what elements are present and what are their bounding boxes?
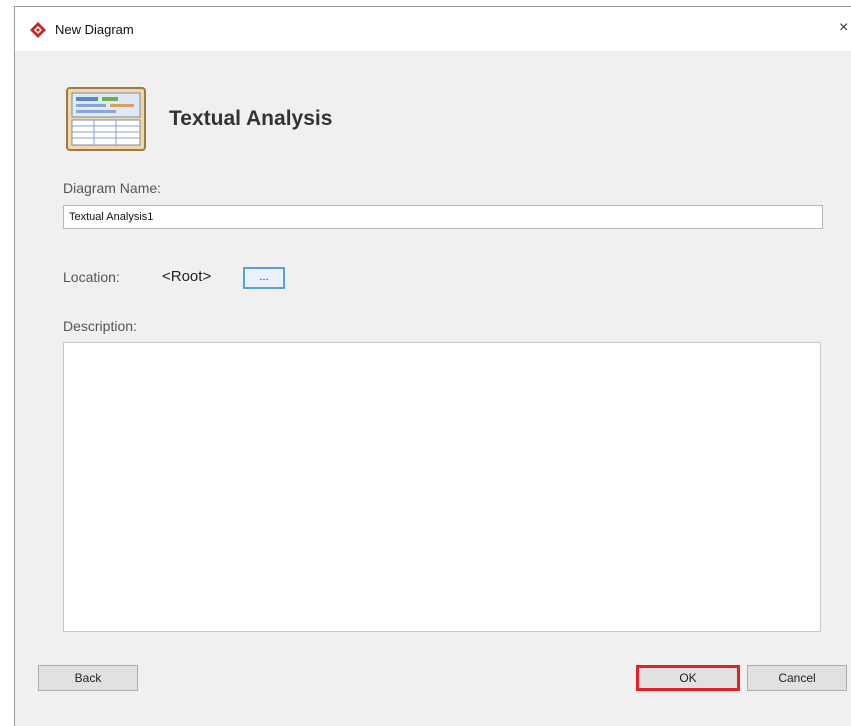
diamond-logo-icon — [30, 22, 46, 38]
diagram-name-label: Diagram Name: — [63, 180, 162, 196]
back-button[interactable]: Back — [38, 665, 138, 691]
description-label: Description: — [63, 318, 137, 334]
location-label: Location: — [63, 269, 120, 285]
ok-button[interactable]: OK — [636, 665, 740, 691]
window-title: New Diagram — [55, 22, 134, 37]
textual-analysis-thumbnail-icon — [66, 87, 146, 151]
description-textarea[interactable] — [63, 342, 821, 632]
cancel-button[interactable]: Cancel — [747, 665, 847, 691]
new-diagram-dialog: New Diagram × Textual Analysis Diagram N… — [14, 6, 851, 726]
title-bar: New Diagram × — [15, 7, 851, 51]
diagram-name-input[interactable] — [63, 205, 823, 229]
close-button[interactable]: × — [839, 18, 848, 38]
diagram-type-title: Textual Analysis — [169, 107, 333, 130]
location-value: <Root> — [162, 268, 212, 285]
browse-location-button[interactable]: ... — [243, 267, 285, 289]
